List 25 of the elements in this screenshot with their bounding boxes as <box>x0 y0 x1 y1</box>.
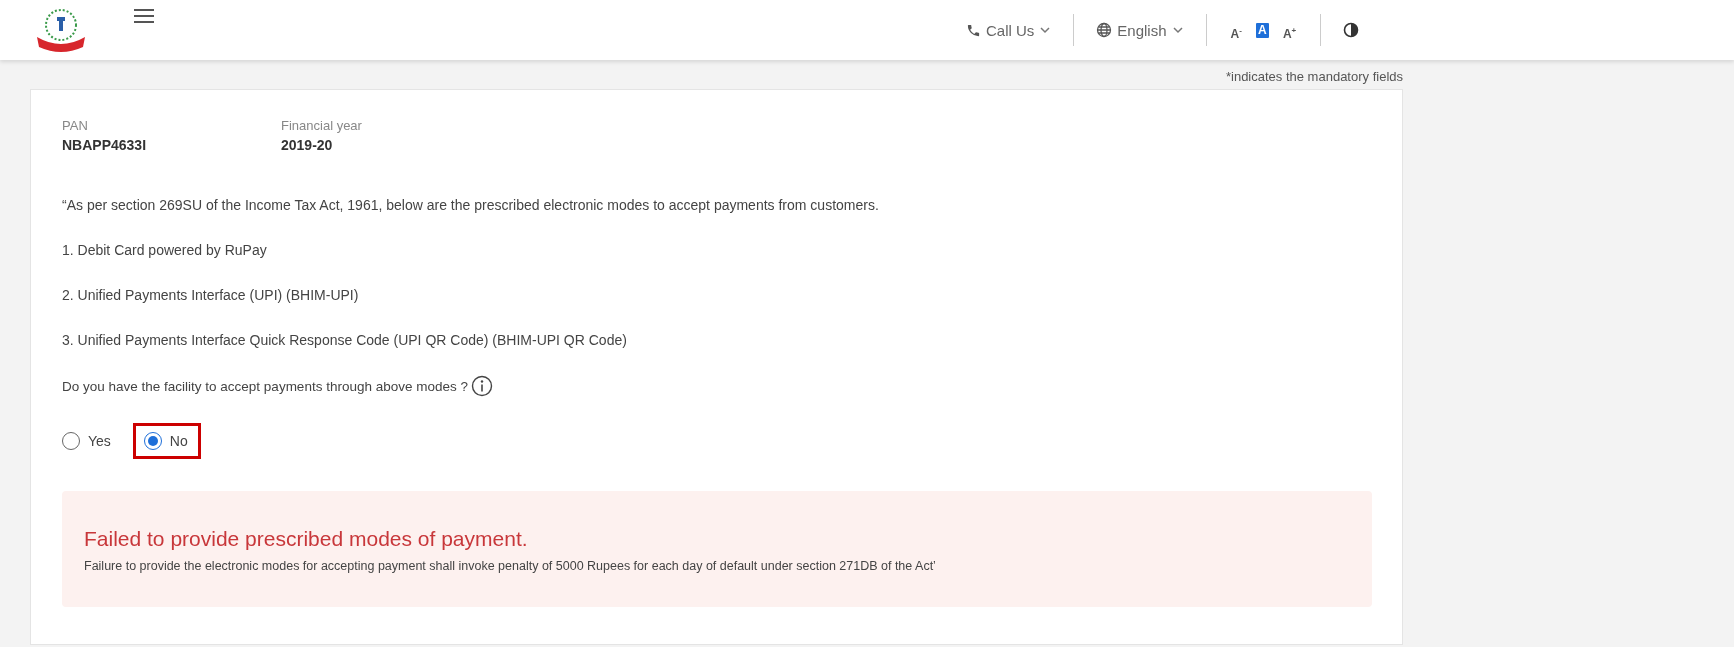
font-size-button[interactable]: A <box>1255 22 1269 38</box>
chevron-down-icon <box>1039 24 1052 36</box>
alert-title: Failed to provide prescribed modes of payment. <box>84 527 529 551</box>
phone-icon <box>966 22 981 38</box>
field-value: 2019-20 <box>281 137 334 153</box>
font-size-button[interactable]: A$^{-}$ <box>1228 22 1244 38</box>
question-text: Do you have the facility to accept payments through above modes ? <box>62 378 468 394</box>
language-dropdown[interactable]: English <box>1096 21 1184 39</box>
field-label: Financial year <box>281 118 363 133</box>
font-size-button[interactable]: A$^{+}$ <box>1280 22 1299 38</box>
mandatory-note: *indicates the mandatory fields <box>1224 68 1403 86</box>
field-value: NBAPP4633I <box>62 137 148 153</box>
alert-message: Failure to provide the electronic modes for accepting payment shall invoke penalty of 5000 Rupees for each day of default under section 271DB of the Act’ <box>84 559 937 573</box>
info-icon[interactable] <box>471 375 493 397</box>
option-label[interactable]: No <box>169 433 188 449</box>
option-label[interactable]: Yes <box>88 433 111 449</box>
field-label: PAN <box>62 118 89 133</box>
globe-icon <box>1096 22 1113 38</box>
payment-mode-item: 1. Debit Card powered by RuPay <box>62 242 268 259</box>
chevron-down-icon <box>1171 24 1184 36</box>
call-us-dropdown[interactable]: Call Us <box>966 21 1052 39</box>
intro-text: “As per section 269SU of the Income Tax Act, 1961, below are the prescribed electronic modes to accept payments from customers. <box>62 197 880 214</box>
contrast-icon[interactable] <box>1343 22 1360 38</box>
payment-mode-item: 2. Unified Payments Interface (UPI) (BHIM-UPI) <box>62 287 360 304</box>
payment-mode-item: 3. Unified Payments Interface Quick Response Code (UPI QR Code) (BHIM-UPI QR Code) <box>62 332 628 349</box>
